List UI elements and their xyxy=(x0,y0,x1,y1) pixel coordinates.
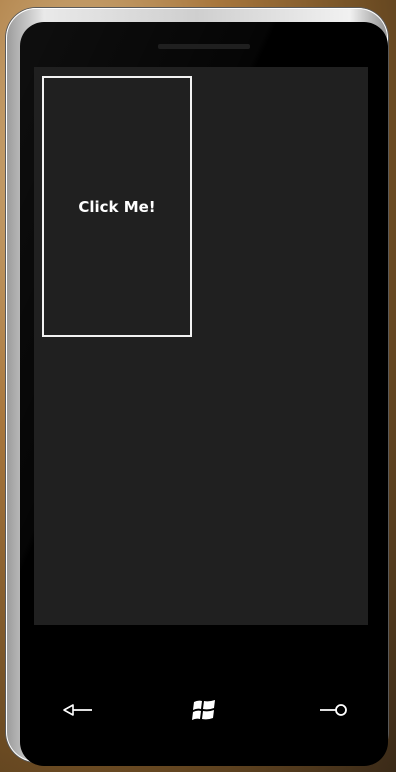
earpiece-speaker xyxy=(158,44,250,49)
phone-body: Click Me! xyxy=(20,22,388,766)
app-screen: Click Me! xyxy=(34,67,368,625)
windows-logo-icon xyxy=(191,698,217,726)
phone-frame: Click Me! xyxy=(6,8,388,766)
back-button[interactable] xyxy=(58,692,98,732)
search-icon xyxy=(318,702,350,722)
start-button[interactable] xyxy=(184,692,224,732)
hardware-button-bar xyxy=(20,692,388,732)
search-button[interactable] xyxy=(314,692,354,732)
click-me-button[interactable]: Click Me! xyxy=(42,76,192,337)
back-arrow-icon xyxy=(62,702,94,722)
